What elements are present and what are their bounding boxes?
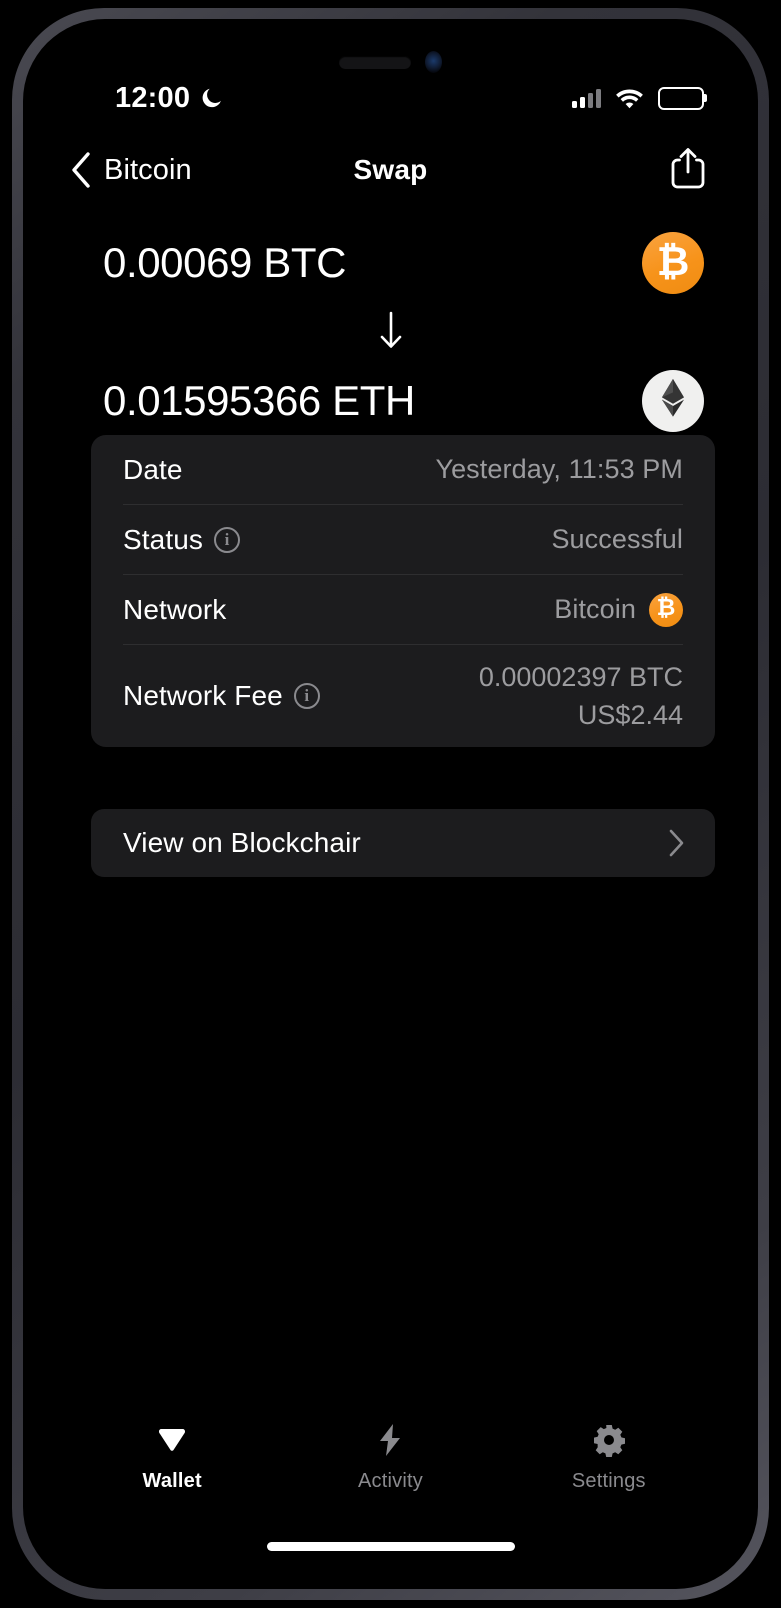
- home-indicator[interactable]: [266, 1542, 515, 1551]
- back-button-label: Bitcoin: [104, 153, 192, 186]
- crescent-moon-icon: [202, 88, 222, 107]
- detail-row-network: Network Bitcoin ₿: [123, 575, 683, 645]
- bitcoin-coin-icon: ₿: [649, 592, 683, 627]
- arrow-down-icon: [380, 311, 401, 348]
- view-on-blockchair-label: View on Blockchair: [123, 827, 361, 858]
- status-info-icon[interactable]: i: [213, 526, 240, 553]
- detail-value-network-text: Bitcoin: [554, 594, 636, 624]
- battery-full-icon: [658, 86, 707, 110]
- tab-settings[interactable]: Settings: [500, 1423, 718, 1493]
- detail-value-network: Bitcoin ₿: [554, 592, 683, 627]
- tab-activity-label: Activity: [358, 1470, 423, 1492]
- status-bar-left: 12:00: [115, 82, 224, 115]
- status-bar-right: [572, 86, 707, 110]
- dynamic-island: [23, 51, 758, 73]
- chevron-right-icon: [669, 829, 684, 857]
- tab-wallet-label: Wallet: [142, 1470, 202, 1492]
- detail-label-status: Status i: [123, 524, 240, 556]
- share-button[interactable]: [670, 147, 706, 194]
- ethereum-logo-glyph: [661, 378, 685, 417]
- gear-icon: [592, 1423, 626, 1457]
- detail-label-status-text: Status: [123, 523, 203, 555]
- device-screen: 12:00 Bitcoin Swap 0.00069 BTC ₿ 0.01595…: [23, 19, 758, 1589]
- tab-activity[interactable]: Activity: [281, 1423, 499, 1493]
- front-camera-icon: [425, 51, 442, 73]
- network-fee-crypto-amount: 0.00002397 BTC: [478, 661, 683, 692]
- detail-value-status: Successful: [551, 524, 683, 554]
- lightning-bolt-icon: [376, 1423, 404, 1457]
- swap-direction: [23, 305, 758, 355]
- swap-to-amount: 0.01595366 ETH: [103, 377, 415, 424]
- detail-row-status: Status i Successful: [123, 505, 683, 575]
- detail-label-network-fee-text: Network Fee: [123, 680, 283, 711]
- back-button[interactable]: Bitcoin: [69, 151, 192, 189]
- detail-row-date: Date Yesterday, 11:53 PM: [123, 435, 683, 505]
- share-icon: [671, 147, 705, 188]
- detail-row-network-fee: Network Fee i 0.00002397 BTC US$2.44: [123, 645, 683, 747]
- detail-value-date: Yesterday, 11:53 PM: [435, 454, 683, 484]
- wifi-icon: [616, 89, 643, 108]
- detail-label-date: Date: [123, 453, 183, 485]
- network-fee-info-icon[interactable]: i: [293, 683, 320, 709]
- swap-summary: 0.00069 BTC ₿ 0.01595366 ETH: [23, 215, 758, 449]
- earpiece-speaker-icon: [339, 55, 411, 69]
- detail-label-network-fee: Network Fee i: [123, 680, 320, 712]
- detail-value-network-fee: 0.00002397 BTC US$2.44: [479, 662, 683, 731]
- status-bar: 12:00: [23, 77, 758, 119]
- view-on-blockchair-button[interactable]: View on Blockchair: [91, 809, 715, 877]
- bitcoin-symbol-glyph: ₿: [656, 595, 676, 621]
- bitcoin-coin-icon: ₿: [642, 232, 704, 294]
- transaction-details-card: Date Yesterday, 11:53 PM Status i Succes…: [91, 435, 715, 747]
- swap-from-amount: 0.00069 BTC: [103, 239, 347, 286]
- chevron-left-icon: [72, 152, 90, 188]
- navigation-bar: Bitcoin Swap: [23, 137, 758, 203]
- network-fee-fiat-amount: US$2.44: [577, 699, 683, 730]
- cellular-signal-icon: [572, 88, 601, 108]
- detail-label-network: Network: [123, 593, 227, 625]
- bottom-tab-bar: Wallet Activity Settings: [23, 1423, 758, 1493]
- tab-settings-label: Settings: [571, 1470, 646, 1492]
- ethereum-coin-icon: [642, 370, 704, 432]
- swap-from-row: 0.00069 BTC ₿: [23, 215, 758, 311]
- device-frame: 12:00 Bitcoin Swap 0.00069 BTC ₿ 0.01595…: [12, 8, 769, 1600]
- tab-wallet[interactable]: Wallet: [63, 1423, 281, 1493]
- status-time: 12:00: [115, 81, 191, 114]
- diamond-icon: [154, 1423, 190, 1457]
- bitcoin-symbol-glyph: ₿: [656, 239, 690, 285]
